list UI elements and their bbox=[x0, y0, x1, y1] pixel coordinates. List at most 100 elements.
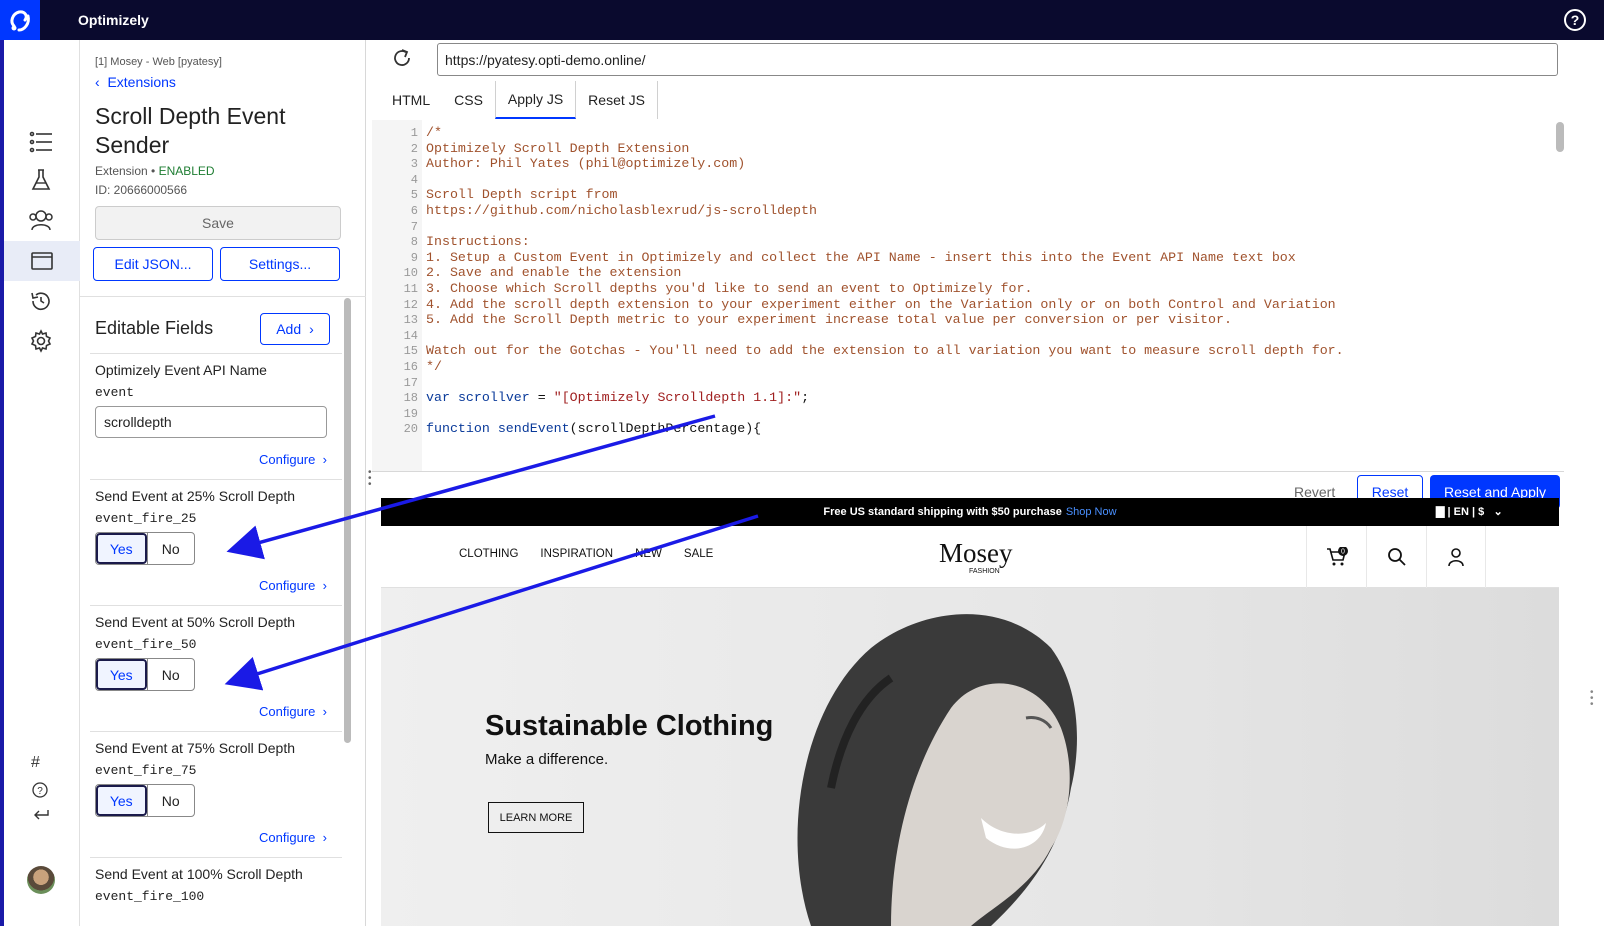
avatar[interactable] bbox=[27, 866, 55, 894]
line-number: 7 bbox=[410, 219, 418, 234]
history-icon[interactable] bbox=[28, 288, 54, 314]
line-number: 19 bbox=[403, 406, 418, 421]
tab-reset-js[interactable]: Reset JS bbox=[576, 81, 658, 119]
reload-icon[interactable] bbox=[390, 46, 414, 70]
no-option[interactable]: No bbox=[146, 533, 195, 564]
event-api-name-input[interactable]: scrolldepth bbox=[95, 406, 327, 438]
tab-html[interactable]: HTML bbox=[380, 81, 442, 119]
add-label: Add bbox=[276, 321, 302, 337]
nav-sale[interactable]: SALE bbox=[684, 548, 713, 560]
field-label: Send Event at 100% Scroll Depth bbox=[95, 866, 303, 882]
line-number: 15 bbox=[403, 344, 418, 359]
hero-banner: Sustainable Clothing Make a difference. … bbox=[381, 588, 1559, 926]
code-line: Author: Phil Yates (phil@optimizely.com) bbox=[426, 156, 746, 172]
configure-link[interactable]: Configure › bbox=[259, 578, 327, 593]
field-separator bbox=[90, 479, 342, 480]
line-number: 5 bbox=[410, 188, 418, 203]
line-number: 1 bbox=[410, 126, 418, 140]
chevron-down-icon: ⌄ bbox=[1487, 506, 1503, 518]
line-number: 17 bbox=[403, 375, 418, 390]
list-icon[interactable] bbox=[28, 129, 54, 155]
shop-now-link[interactable]: Shop Now bbox=[1066, 506, 1117, 518]
no-option[interactable]: No bbox=[146, 785, 195, 816]
no-option[interactable]: No bbox=[146, 659, 195, 690]
code-line: /* bbox=[426, 125, 442, 140]
configure-label: Configure bbox=[259, 830, 316, 845]
chevron-right-icon: › bbox=[309, 321, 314, 337]
field-key: event bbox=[95, 385, 135, 400]
extensions-icon[interactable] bbox=[4, 241, 80, 281]
extension-meta: Extension • ENABLED bbox=[95, 164, 215, 178]
yes-option[interactable]: Yes bbox=[96, 659, 147, 690]
configure-label: Configure bbox=[259, 452, 316, 467]
configure-link[interactable]: Configure › bbox=[259, 704, 327, 719]
return-icon[interactable] bbox=[32, 808, 50, 827]
code-line: Watch out for the Gotchas - You'll need … bbox=[426, 343, 1344, 359]
configure-link[interactable]: Configure › bbox=[259, 830, 327, 845]
field-label: Send Event at 25% Scroll Depth bbox=[95, 488, 296, 504]
app-name: Optimizely bbox=[78, 12, 149, 28]
help-icon[interactable]: ? bbox=[1564, 9, 1586, 31]
code-line: function sendEvent(scrollDepthPercentage… bbox=[426, 421, 762, 437]
site-logo[interactable]: Mosey FASHION bbox=[939, 538, 1013, 575]
code-line: 5. Add the Scroll Depth metric to your e… bbox=[426, 312, 1232, 328]
audience-icon[interactable] bbox=[28, 207, 54, 233]
hash-icon[interactable]: # bbox=[31, 754, 40, 772]
hero-model-image bbox=[797, 614, 1077, 926]
back-link-label: Extensions bbox=[107, 74, 176, 90]
nav-edge bbox=[0, 40, 4, 926]
flask-icon[interactable] bbox=[28, 167, 54, 193]
line-number: 13 bbox=[403, 313, 418, 328]
locale-text: | EN | $ bbox=[1447, 506, 1485, 518]
line-number: 2 bbox=[410, 141, 418, 156]
promo-text: Free US standard shipping with $50 purch… bbox=[823, 506, 1062, 518]
yes-option[interactable]: Yes bbox=[96, 533, 147, 564]
add-field-button[interactable]: Add › bbox=[260, 313, 330, 345]
yes-option[interactable]: Yes bbox=[96, 785, 147, 816]
resize-handle-vertical[interactable]: • • • bbox=[368, 468, 372, 490]
line-number: 20 bbox=[403, 422, 418, 437]
field-separator bbox=[90, 353, 342, 354]
code-line: 3. Choose which Scroll depths you'd like… bbox=[426, 281, 1033, 296]
line-number: 4 bbox=[410, 172, 418, 187]
settings-button[interactable]: Settings... bbox=[220, 247, 340, 281]
panel-scrollbar[interactable] bbox=[344, 298, 351, 743]
nav-clothing[interactable]: CLOTHING bbox=[459, 548, 518, 560]
field-label: Optimizely Event API Name bbox=[95, 362, 267, 378]
line-number: 18 bbox=[403, 391, 418, 406]
code-editor[interactable]: 1 /* 2 Optimizely Scroll Depth Extension 3 Au… bbox=[372, 120, 1564, 472]
search-icon[interactable] bbox=[1366, 526, 1426, 588]
left-nav: # ? bbox=[0, 40, 80, 926]
field-key: event_fire_100 bbox=[95, 889, 205, 904]
nav-inspiration[interactable]: INSPIRATION bbox=[540, 548, 613, 560]
extension-panel: [1] Mosey - Web [pyatesy] ‹ Extensions S… bbox=[80, 40, 366, 926]
code-line: Instructions: bbox=[426, 234, 530, 250]
back-to-extensions-link[interactable]: ‹ Extensions bbox=[95, 74, 176, 90]
edit-json-button[interactable]: Edit JSON... bbox=[93, 247, 213, 281]
cart-icon[interactable]: 0 bbox=[1306, 526, 1366, 588]
code-line: https://github.com/nicholasblexrud/js-sc… bbox=[426, 203, 817, 218]
line-number: 12 bbox=[403, 297, 418, 312]
nav-new[interactable]: NEW bbox=[635, 548, 662, 560]
account-icon[interactable] bbox=[1426, 526, 1486, 588]
optimizely-logo-icon[interactable] bbox=[0, 0, 40, 40]
tab-css[interactable]: CSS bbox=[442, 81, 495, 119]
gear-icon[interactable] bbox=[28, 328, 54, 354]
url-input[interactable]: https://pyatesy.opti-demo.online/ bbox=[437, 43, 1558, 76]
tab-apply-js[interactable]: Apply JS bbox=[494, 81, 577, 119]
code-line: var scrollver = "[Optimizely Scrolldepth… bbox=[426, 390, 810, 406]
us-flag-icon: ▇ bbox=[1436, 506, 1445, 518]
code-scrollbar[interactable] bbox=[1556, 122, 1564, 152]
locale-selector[interactable]: ▇ | EN | $ ⌄ bbox=[1436, 505, 1503, 518]
help-circle-icon[interactable]: ? bbox=[32, 782, 48, 803]
side-resize-handle[interactable]: • • • bbox=[1590, 688, 1594, 710]
save-button[interactable]: Save bbox=[95, 206, 341, 240]
chevron-left-icon: ‹ bbox=[95, 74, 108, 90]
learn-more-button[interactable]: LEARN MORE bbox=[488, 802, 584, 833]
configure-link[interactable]: Configure › bbox=[259, 452, 327, 467]
top-bar: Optimizely ? bbox=[0, 0, 1604, 40]
field-key: event_fire_25 bbox=[95, 511, 197, 526]
configure-label: Configure bbox=[259, 578, 316, 593]
yes-no-toggle: Yes No bbox=[95, 658, 195, 691]
line-number: 8 bbox=[410, 235, 418, 250]
